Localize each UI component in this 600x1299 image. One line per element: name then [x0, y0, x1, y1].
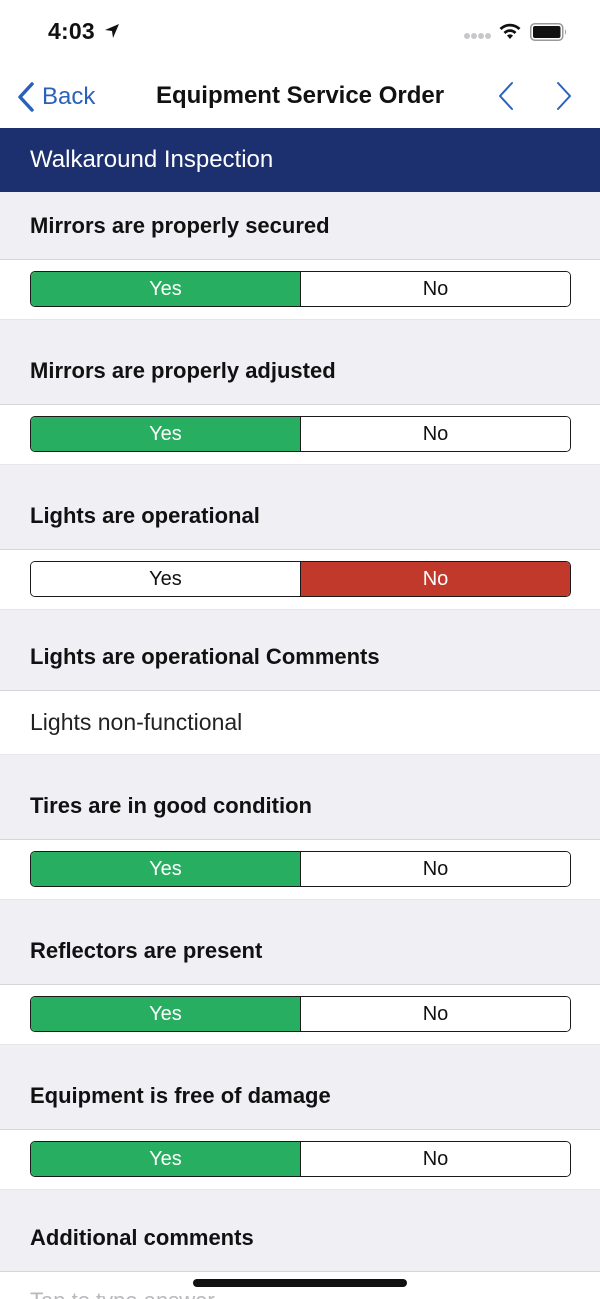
- no-option[interactable]: No: [301, 852, 570, 886]
- inspection-list: Mirrors are properly secured Yes No Mirr…: [0, 192, 600, 1299]
- yes-option[interactable]: Yes: [31, 562, 301, 596]
- question-header: Lights are operational Comments: [0, 610, 600, 691]
- question-header: Lights are operational: [0, 465, 600, 550]
- question-answer-row: Yes No: [0, 840, 600, 900]
- screen: 4:03 Back Equipment Service Order Walkar…: [0, 0, 600, 1299]
- navigation-bar: Back Equipment Service Order: [0, 66, 600, 128]
- question-label: Equipment is free of damage: [30, 1083, 331, 1108]
- question-label: Mirrors are properly secured: [30, 213, 330, 238]
- status-bar: 4:03: [0, 0, 600, 66]
- yes-option[interactable]: Yes: [31, 1142, 301, 1176]
- question-header: Mirrors are properly adjusted: [0, 320, 600, 405]
- yes-no-segmented-control: Yes No: [30, 996, 571, 1032]
- question-label: Additional comments: [30, 1225, 254, 1250]
- home-indicator[interactable]: [193, 1279, 407, 1287]
- question-header: Mirrors are properly secured: [0, 192, 600, 260]
- comment-answer-field[interactable]: Lights non-functional: [0, 691, 600, 755]
- yes-no-segmented-control: Yes No: [30, 271, 571, 307]
- no-option[interactable]: No: [301, 417, 570, 451]
- section-header: Walkaround Inspection: [0, 128, 600, 192]
- section-title: Walkaround Inspection: [30, 146, 274, 173]
- question-answer-row: Yes No: [0, 405, 600, 465]
- status-time: 4:03: [48, 18, 95, 44]
- yes-option[interactable]: Yes: [31, 852, 301, 886]
- question-header: Reflectors are present: [0, 900, 600, 985]
- yes-no-segmented-control: Yes No: [30, 1141, 571, 1177]
- yes-no-segmented-control: Yes No: [30, 561, 571, 597]
- wifi-icon: [499, 23, 521, 39]
- location-arrow-icon: [105, 24, 119, 38]
- question-label: Mirrors are properly adjusted: [30, 358, 336, 383]
- no-option[interactable]: No: [301, 562, 570, 596]
- question-label: Tires are in good condition: [30, 793, 312, 818]
- question-answer-row: Yes No: [0, 550, 600, 610]
- no-option[interactable]: No: [301, 1142, 570, 1176]
- answer-placeholder: Tap to type answer: [30, 1288, 215, 1299]
- question-answer-row: Yes No: [0, 985, 600, 1045]
- question-answer-row: Yes No: [0, 260, 600, 320]
- no-option[interactable]: No: [301, 997, 570, 1031]
- question-answer-row: Yes No: [0, 1130, 600, 1190]
- no-option[interactable]: No: [301, 272, 570, 306]
- question-label: Reflectors are present: [30, 938, 263, 963]
- yes-no-segmented-control: Yes No: [30, 851, 571, 887]
- question-label: Lights are operational Comments: [30, 644, 380, 669]
- question-header: Additional comments: [0, 1190, 600, 1272]
- previous-record-icon[interactable]: [494, 80, 518, 112]
- comment-answer-text: Lights non-functional: [30, 709, 243, 735]
- question-header: Tires are in good condition: [0, 755, 600, 840]
- yes-option[interactable]: Yes: [31, 997, 301, 1031]
- next-record-icon[interactable]: [552, 80, 576, 112]
- yes-no-segmented-control: Yes No: [30, 416, 571, 452]
- question-header: Equipment is free of damage: [0, 1045, 600, 1130]
- yes-option[interactable]: Yes: [31, 417, 301, 451]
- cellular-signal-icon: [464, 33, 492, 41]
- yes-option[interactable]: Yes: [31, 272, 301, 306]
- battery-icon: [530, 23, 566, 41]
- question-label: Lights are operational: [30, 503, 260, 528]
